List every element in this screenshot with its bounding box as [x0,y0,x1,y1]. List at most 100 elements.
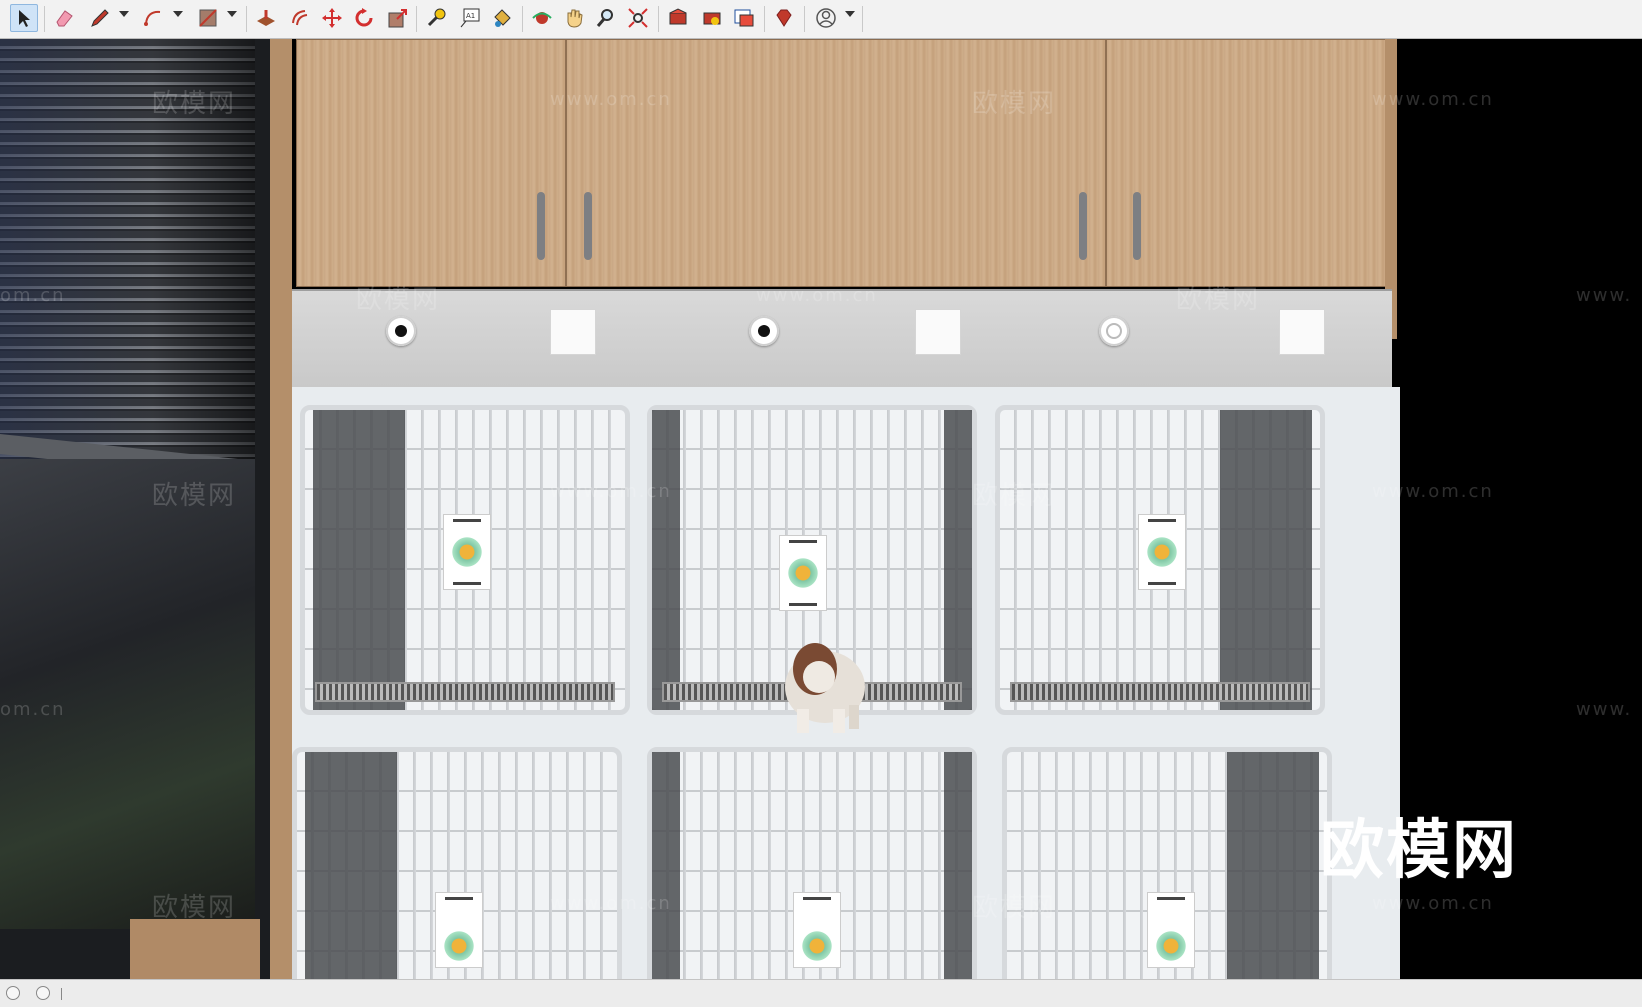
push-pull-icon [257,10,275,26]
watermark-text: 欧模网 [152,481,237,511]
arc-tool-dropdown[interactable] [173,11,183,17]
tape-measure-tool-button[interactable] [422,4,450,32]
eraser-tool-button[interactable] [50,4,78,32]
watermark-url-partial: www. [1576,285,1633,306]
cabinet-handle [537,192,545,260]
layout-tool-button[interactable] [730,4,758,32]
warehouse-icon [669,8,687,25]
watermark-url: www.om.cn [1372,89,1494,110]
brand-logo: 欧模网 [1320,814,1518,888]
geo-location-icon[interactable] [6,986,20,1000]
watermark-url-partial: om.cn [0,699,66,720]
line-tool-button[interactable] [86,4,114,32]
cage-card [435,892,483,968]
panel-vent [1279,309,1325,355]
cabinet-door [567,40,1107,286]
cage-card [443,514,491,590]
cabinet-door [297,40,567,286]
pet-cage [1002,747,1332,979]
cabinet-handle [1133,192,1141,260]
text-tool-button[interactable]: A1 [456,4,484,32]
cabinet-door [1107,40,1385,286]
ruby-console-tool-button[interactable] [770,4,798,32]
move-tool-button[interactable] [318,4,346,32]
tape-measure-icon [427,8,446,27]
watermark-text: 欧模网 [152,89,237,119]
offset-icon [292,10,308,26]
scale-tool-button[interactable] [384,4,412,32]
push-pull-tool-button[interactable] [252,4,280,32]
pan-tool-button[interactable] [560,4,588,32]
pet-cage [995,405,1325,715]
rectangle-tool-button[interactable] [194,4,222,32]
paint-bucket-tool-button[interactable] [488,4,516,32]
wood-side-panel [270,39,292,979]
paint-bucket-icon [494,9,511,27]
bulldog-model [785,643,865,733]
info-icon[interactable] [36,986,50,1000]
pet-cage [300,405,630,715]
rectangle-tool-dropdown[interactable] [227,11,237,17]
watermark-text: 欧模网 [152,893,237,923]
status-bar [0,979,1642,1007]
watermark-text: 欧模网 [972,89,1057,119]
line-tool-dropdown[interactable] [119,11,129,17]
watermark-url: www.om.cn [550,89,672,110]
panel-knob [386,316,416,346]
pet-cage [647,747,977,979]
text-icon: A1 [460,8,480,28]
orbit-tool-button[interactable] [528,4,556,32]
extension-warehouse-tool-button[interactable] [698,4,726,32]
account-dropdown[interactable] [845,11,855,17]
rotate-tool-button[interactable] [350,4,378,32]
arc-tool-button[interactable] [140,4,168,32]
panel-vent [915,309,961,355]
watermark-text: 欧模网 [356,285,441,315]
move-icon [322,8,342,28]
watermark-url: www.om.cn [550,481,672,502]
cage-card [1138,514,1186,590]
select-tool-button[interactable] [10,4,38,32]
pet-cage-bank [292,387,1400,979]
zoom-extents-tool-button[interactable] [624,4,652,32]
hand-icon [567,9,583,28]
warehouse-tool-button[interactable] [664,4,692,32]
cage-card [779,535,827,611]
cabinet-handle [584,192,592,260]
watermark-url-partial: om.cn [0,285,66,306]
eraser-icon [56,10,73,27]
arc-icon [144,10,161,26]
watermark-text: 欧模网 [1176,285,1261,315]
panel-knob [1099,316,1129,346]
select-arrow-icon [19,10,30,27]
watermark-url: www.om.cn [550,893,672,914]
user-icon [816,8,836,28]
scale-icon [388,9,407,28]
window-glass [0,459,255,929]
wood-base [130,919,260,979]
ruby-icon [776,9,792,27]
zoom-extents-icon [628,8,648,28]
panel-vent [550,309,596,355]
watermark-text: 欧模网 [972,481,1057,511]
watermark-url: www.om.cn [1372,893,1494,914]
layout-icon [734,9,754,27]
cage-card [1147,892,1195,968]
watermark-text: 欧模网 [972,893,1057,923]
cage-card [793,892,841,968]
offset-tool-button[interactable] [286,4,314,32]
watermark-url: www.om.cn [756,285,878,306]
3d-viewport[interactable]: 欧模网 www.om.cn 欧模网 www.om.cn om.cn 欧模网 ww… [0,39,1642,979]
pet-cage [292,747,622,979]
rectangle-icon [199,9,217,27]
pencil-icon [91,9,109,27]
orbit-icon [532,12,552,24]
account-tool-button[interactable] [812,4,840,32]
main-toolbar: A1 [0,0,1642,39]
extension-warehouse-icon [703,12,721,25]
magnifier-icon [596,9,613,27]
watermark-url: www.om.cn [1372,481,1494,502]
watermark-url-partial: www. [1576,699,1633,720]
zoom-tool-button[interactable] [592,4,620,32]
rotate-icon [355,8,373,27]
